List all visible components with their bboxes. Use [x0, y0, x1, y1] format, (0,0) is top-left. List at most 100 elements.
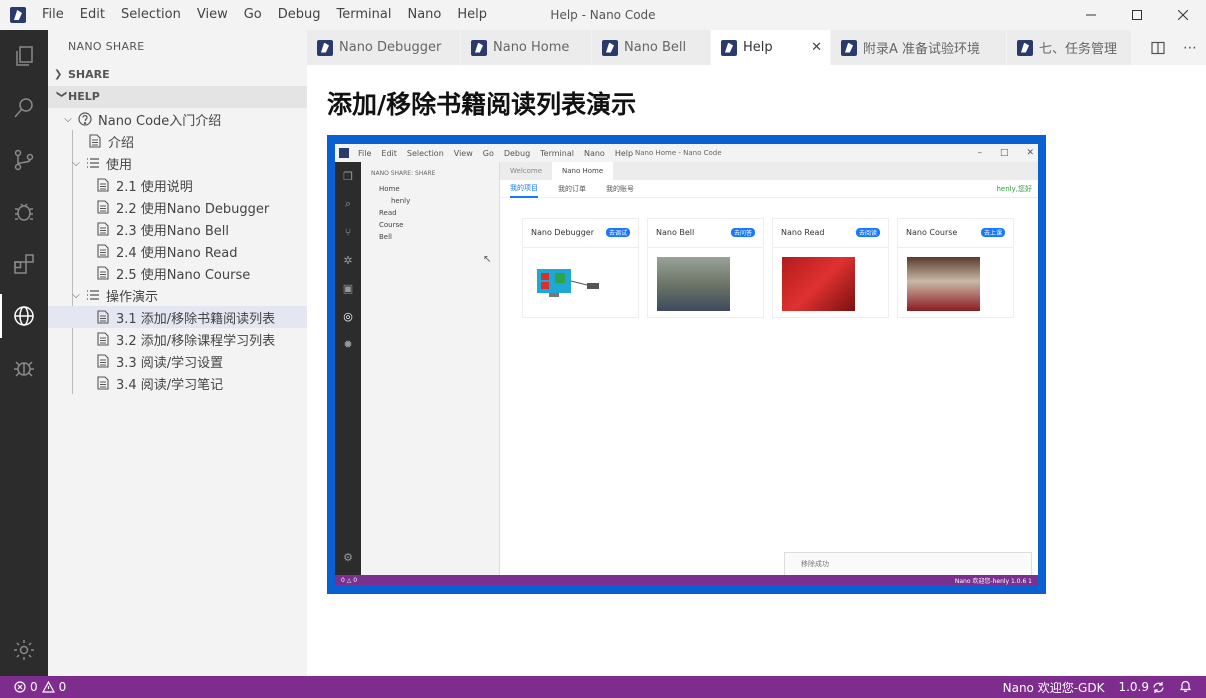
tree-item-label: 介绍: [108, 135, 135, 151]
gear-icon: [14, 640, 34, 660]
tree-item-label: 2.2 使用Nano Debugger: [116, 201, 270, 217]
card-badge: 去阅读: [855, 228, 880, 237]
settings-button[interactable]: [0, 624, 48, 676]
embedded-tree-item: Course: [379, 221, 404, 229]
menu-help[interactable]: Help: [449, 0, 495, 30]
section-help[interactable]: ❯ HELP: [48, 86, 307, 108]
menu-terminal[interactable]: Terminal: [329, 0, 400, 30]
menu-view[interactable]: View: [189, 0, 236, 30]
split-editor-button[interactable]: [1142, 30, 1174, 65]
maximize-button[interactable]: [1114, 0, 1160, 30]
extensions-icon: [14, 254, 34, 274]
tab-label: 附录A 准备试验环境: [863, 42, 981, 57]
menu-go[interactable]: Go: [236, 0, 270, 30]
files-icon: ❐: [343, 169, 353, 183]
embedded-status-right: Nano 欢迎您-henly 1.0.6 1: [954, 577, 1032, 585]
close-icon: [1178, 10, 1188, 20]
menu-edit[interactable]: Edit: [72, 0, 113, 30]
chevron-down-icon: ⌵: [64, 113, 72, 125]
close-tab-icon[interactable]: ✕: [811, 40, 822, 55]
minimize-icon: [1086, 14, 1096, 16]
embedded-menu-item: Edit: [381, 148, 397, 158]
nano-logo-icon: [1017, 39, 1033, 56]
status-bar: 0 0 Nano 欢迎您-GDK 1.0.9: [0, 676, 1206, 698]
debug-button[interactable]: [0, 186, 48, 238]
explorer-button[interactable]: [0, 30, 48, 82]
tab-nano-debugger[interactable]: Nano Debugger: [307, 30, 461, 65]
tree-item-2-1[interactable]: 2.1 使用说明: [48, 174, 307, 196]
app-logo-icon: [339, 148, 349, 158]
tab-help[interactable]: Help ✕: [711, 30, 831, 65]
tree-item-intro[interactable]: 介绍: [48, 130, 307, 152]
tree-item-label: 3.1 添加/移除书籍阅读列表: [116, 311, 276, 327]
notifications-button[interactable]: [1179, 679, 1192, 695]
tree-item-label: 3.2 添加/移除课程学习列表: [116, 333, 276, 349]
editor-content: 添加/移除书籍阅读列表演示 File Edit Selection View G…: [307, 65, 1206, 676]
embedded-tree-item: henly: [391, 197, 411, 205]
menu-selection[interactable]: Selection: [113, 0, 189, 30]
chevron-down-icon: ⌵: [72, 289, 80, 301]
title-bar: File Edit Selection View Go Debug Termin…: [0, 0, 1206, 30]
tree-item-label: 3.4 阅读/学习笔记: [116, 377, 224, 393]
tree-item-2-4[interactable]: 2.4 使用Nano Read: [48, 240, 307, 262]
tab-appendix-a[interactable]: 附录A 准备试验环境: [831, 30, 1007, 65]
document-icon: [94, 266, 112, 280]
files-icon: [16, 46, 33, 66]
tree-item-3-1[interactable]: 3.1 添加/移除书籍阅读列表: [48, 306, 307, 328]
search-button[interactable]: [0, 82, 48, 134]
problems-indicator[interactable]: 0 0: [0, 680, 66, 694]
more-actions-button[interactable]: ⋯: [1174, 30, 1206, 65]
embedded-card-debugger: Nano Debugger 去调试: [522, 218, 639, 318]
tree-item-label: 2.3 使用Nano Bell: [116, 223, 229, 239]
git-branch-icon: [14, 149, 34, 171]
tree-item-usage-folder[interactable]: ⌵ 使用: [48, 152, 307, 174]
embedded-activity-bar: ❐ ⌕ ⑂ ✲ ▣ ◎ ✹ ⚙: [335, 162, 361, 575]
source-control-button[interactable]: [0, 134, 48, 186]
tab-nano-home[interactable]: Nano Home: [461, 30, 592, 65]
embedded-sidebar-title: NANO SHARE: SHARE: [371, 170, 436, 177]
nano-share-button[interactable]: [0, 290, 48, 342]
help-circle-icon: [76, 112, 94, 126]
embedded-card-course: Nano Course 去上课: [897, 218, 1014, 318]
tab-task-management[interactable]: 七、任务管理: [1007, 30, 1132, 65]
close-window-button[interactable]: [1160, 0, 1206, 30]
bug-alt-icon: ✹: [343, 337, 353, 351]
nano-logo-icon: [841, 39, 857, 56]
nano-debugger-button[interactable]: [0, 342, 48, 394]
nano-logo-icon: [471, 39, 487, 56]
demo-screenshot: File Edit Selection View Go Debug Termin…: [327, 135, 1046, 594]
ellipsis-icon: ⋯: [1183, 39, 1197, 56]
embedded-menu-item: Nano: [583, 148, 605, 158]
tab-nano-bell[interactable]: Nano Bell: [592, 30, 711, 65]
embedded-card-bell: Nano Bell 去问答: [647, 218, 764, 318]
computer-illustration-icon: [537, 269, 599, 297]
card-name: Nano Bell: [656, 228, 695, 237]
version-indicator[interactable]: 1.0.9: [1118, 680, 1165, 694]
embedded-tree-item: Bell: [379, 233, 392, 241]
sidebar-title: NANO SHARE: [68, 40, 145, 53]
chevron-right-icon: ❯: [54, 69, 63, 80]
menu-debug[interactable]: Debug: [270, 0, 329, 30]
tree-item-2-3[interactable]: 2.3 使用Nano Bell: [48, 218, 307, 240]
tree-item-2-2[interactable]: 2.2 使用Nano Debugger: [48, 196, 307, 218]
minimize-button[interactable]: [1068, 0, 1114, 30]
search-icon: ⌕: [344, 197, 352, 210]
menu-nano[interactable]: Nano: [399, 0, 449, 30]
welcome-text[interactable]: Nano 欢迎您-GDK: [1003, 679, 1105, 696]
tree-item-2-5[interactable]: 2.5 使用Nano Course: [48, 262, 307, 284]
tree-item-3-4[interactable]: 3.4 阅读/学习笔记: [48, 372, 307, 394]
activity-bar: [0, 30, 48, 676]
error-icon: [14, 681, 26, 693]
tree-item-intro-folder[interactable]: ⌵ Nano Code入门介绍: [48, 108, 307, 130]
embedded-menu-item: Help: [614, 148, 634, 158]
section-help-label: HELP: [68, 90, 100, 103]
books-image: [782, 257, 855, 311]
extensions-button[interactable]: [0, 238, 48, 290]
document-icon: [94, 376, 112, 390]
section-share[interactable]: ❯ SHARE: [48, 64, 307, 86]
menu-file[interactable]: File: [34, 0, 72, 30]
tree-item-3-3[interactable]: 3.3 阅读/学习设置: [48, 350, 307, 372]
tree-item-demo-folder[interactable]: ⌵ 操作演示: [48, 284, 307, 306]
tree-item-3-2[interactable]: 3.2 添加/移除课程学习列表: [48, 328, 307, 350]
document-icon: [94, 178, 112, 192]
